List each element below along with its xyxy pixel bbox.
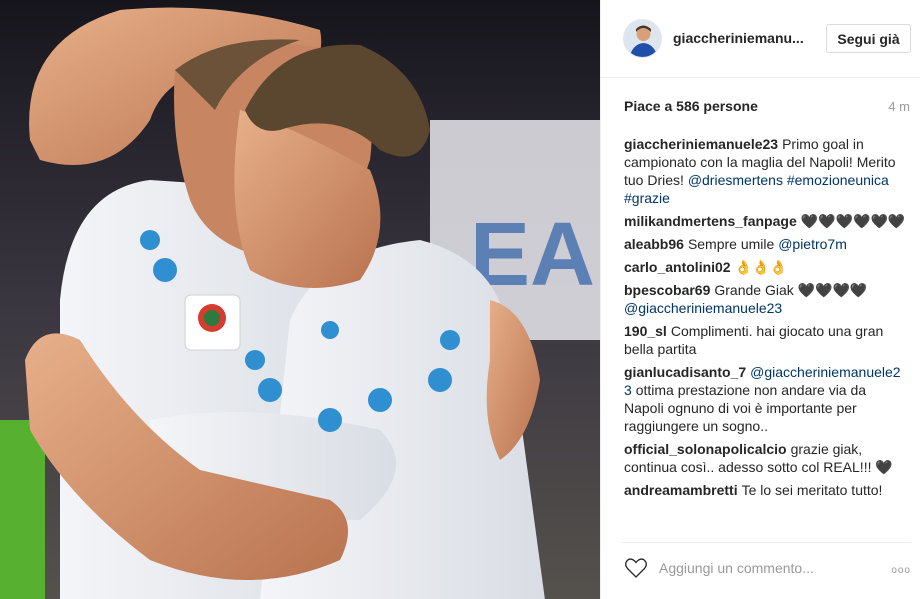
comment-username[interactable]: gianlucadisanto_7 bbox=[624, 364, 746, 380]
comment-username[interactable]: 190_sl bbox=[624, 323, 667, 339]
avatar[interactable] bbox=[623, 19, 662, 58]
comment-username[interactable]: giaccheriniemanuele23 bbox=[624, 136, 778, 152]
more-options-icon[interactable]: ooo bbox=[891, 565, 911, 576]
heart-icon[interactable] bbox=[624, 557, 648, 579]
comment-item: andreamambretti Te lo sei meritato tutto! bbox=[624, 481, 906, 499]
comment-text: 🖤🖤🖤🖤🖤🖤 bbox=[800, 213, 906, 229]
post-photo[interactable]: EA bbox=[0, 0, 600, 599]
post-header: giaccheriniemanu... Segui già bbox=[601, 0, 920, 78]
photo-illustration: EA bbox=[0, 0, 600, 599]
comment-text: ottima prestazione non andare via da Nap… bbox=[624, 382, 867, 434]
comment-username[interactable]: andreamambretti bbox=[624, 482, 738, 498]
comment-item: gianlucadisanto_7 @giaccheriniemanuele23 … bbox=[624, 363, 906, 435]
comment-username[interactable]: official_solonapolicalcio bbox=[624, 441, 787, 457]
post-sidebar: giaccheriniemanu... Segui già Piace a 58… bbox=[600, 0, 920, 599]
comment-username[interactable]: bpescobar69 bbox=[624, 282, 710, 298]
comment-username[interactable]: aleabb96 bbox=[624, 236, 684, 252]
comment-text: Te lo sei meritato tutto! bbox=[741, 482, 883, 498]
likes-count[interactable]: Piace a 586 persone bbox=[624, 98, 758, 114]
add-comment-input[interactable] bbox=[657, 555, 871, 581]
comment-username[interactable]: carlo_antolini02 bbox=[624, 259, 731, 275]
post-username[interactable]: giaccheriniemanu... bbox=[673, 30, 804, 46]
comment-item: aleabb96 Sempre umile @pietro7m bbox=[624, 235, 906, 253]
comment-item: 190_sl Complimenti. hai giocato una gran … bbox=[624, 322, 906, 358]
comment-item: giaccheriniemanuele23 Primo goal in campi… bbox=[624, 135, 906, 207]
comment-text: 👌👌👌 bbox=[734, 259, 787, 275]
comment-text: Sempre umile bbox=[687, 236, 775, 252]
post-time: 4 m bbox=[888, 99, 910, 114]
comment-link[interactable]: @giaccheriniemanuele23 bbox=[624, 300, 782, 316]
comment-item: milikandmertens_fanpage 🖤🖤🖤🖤🖤🖤 bbox=[624, 212, 906, 230]
comments-list: giaccheriniemanuele23 Primo goal in campi… bbox=[624, 135, 906, 504]
avatar-image bbox=[624, 20, 661, 57]
comment-text: Grande Giak 🖤🖤🖤🖤 bbox=[714, 282, 868, 298]
comment-link[interactable]: @pietro7m bbox=[778, 236, 847, 252]
comment-item: bpescobar69 Grande Giak 🖤🖤🖤🖤 @giaccherini… bbox=[624, 281, 906, 317]
comment-item: carlo_antolini02 👌👌👌 bbox=[624, 258, 906, 276]
following-button[interactable]: Segui già bbox=[826, 24, 911, 53]
comment-bar: ooo bbox=[621, 542, 911, 593]
comment-item: official_solonapolicalcio grazie giak, co… bbox=[624, 440, 906, 476]
comment-username[interactable]: milikandmertens_fanpage bbox=[624, 213, 797, 229]
